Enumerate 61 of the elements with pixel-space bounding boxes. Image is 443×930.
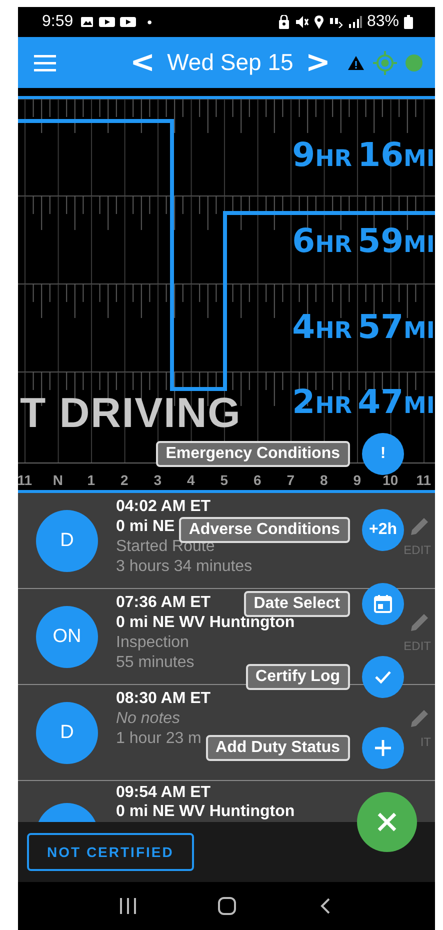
- duty-status-avatar: ON: [36, 606, 98, 668]
- next-day-button[interactable]: >: [303, 48, 332, 78]
- event-location: 0 mi NE: [116, 517, 175, 537]
- battery-percent: 83%: [366, 13, 399, 31]
- hour-label: 11: [18, 472, 34, 490]
- action-label: Certify Log: [246, 664, 350, 690]
- lock-icon: [278, 15, 290, 29]
- event-duration: 1 hour 23 m: [116, 729, 202, 749]
- status-dot-icon: [405, 54, 423, 72]
- hour-label: 1: [86, 472, 96, 490]
- mute-icon: [294, 15, 309, 29]
- duty-status-avatar: D: [36, 510, 98, 572]
- duty-status-avatar: D: [36, 702, 98, 764]
- not-certified-button[interactable]: NOT CERTIFIED: [27, 833, 194, 871]
- hour-label: 9: [352, 472, 362, 490]
- hour-label: 2: [119, 472, 130, 490]
- action-label: Adverse Conditions: [178, 517, 350, 543]
- duty-status-text: T DRIVING: [20, 389, 242, 437]
- close-icon: [376, 811, 398, 833]
- remaining-time: 9HR 16MI: [292, 135, 435, 174]
- hour-label: N: [52, 472, 64, 490]
- hour-label: 8: [318, 472, 329, 490]
- clock-time: 9:59: [42, 13, 74, 31]
- action-label: Emergency Conditions: [156, 441, 350, 467]
- calendar-icon: [373, 594, 393, 614]
- event-time: 08:30 AM ET: [116, 689, 211, 709]
- menu-icon[interactable]: [34, 54, 56, 72]
- event-duration: 55 minutes: [116, 653, 194, 673]
- home-icon[interactable]: [216, 896, 236, 916]
- hour-label: 6: [252, 472, 262, 490]
- action-label: Add Duty Status: [206, 735, 350, 761]
- remaining-time: 2HR 47MI: [292, 382, 435, 421]
- network-icon: [328, 16, 343, 28]
- play-icon: [99, 16, 116, 28]
- plus-icon: [373, 738, 393, 758]
- image-icon: [80, 16, 94, 28]
- event-note: Inspection: [116, 633, 189, 653]
- event-time: 04:02 AM ET: [116, 497, 211, 517]
- notification-dot: •: [147, 14, 152, 30]
- play-icon: [120, 16, 136, 28]
- event-time: 09:54 AM ET: [116, 783, 211, 802]
- location-pin-icon: [314, 15, 324, 29]
- previous-day-button[interactable]: <: [128, 48, 158, 78]
- event-time: 07:36 AM ET: [116, 593, 211, 613]
- hour-label: 10: [382, 472, 400, 490]
- action-label: Date Select: [244, 591, 350, 617]
- remaining-time: 4HR 57MI: [292, 307, 435, 346]
- event-note: No notes: [116, 709, 180, 729]
- hour-label: 5: [219, 472, 230, 490]
- recent-apps-icon[interactable]: [118, 896, 138, 916]
- battery-icon: [404, 15, 413, 29]
- hour-label: 4: [186, 472, 196, 490]
- event-duration: 3 hours 34 minutes: [116, 557, 252, 577]
- event-location: 0 mi NE WV Huntington: [116, 802, 295, 821]
- signal-icon: [348, 16, 362, 28]
- hour-label: 3: [152, 472, 163, 490]
- hour-label: 7: [286, 472, 296, 490]
- remaining-time: 6HR 59MI: [292, 221, 435, 260]
- hour-label: 11: [415, 472, 432, 490]
- warning-icon[interactable]: [347, 54, 365, 70]
- date-title: Wed Sep 15: [167, 49, 294, 76]
